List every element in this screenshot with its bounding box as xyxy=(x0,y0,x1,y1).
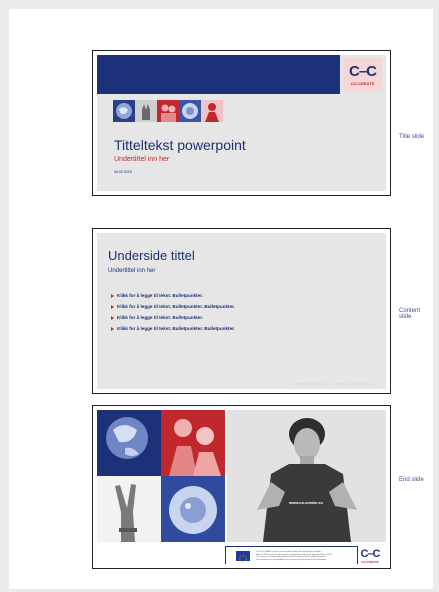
slide-subtitle: Undertittel inn her xyxy=(108,268,156,274)
logo-mark: C–C xyxy=(348,63,377,80)
bullet-text: Klikk for å legge til tekst. Bulletpunkt… xyxy=(117,304,235,309)
bullet-item: Klikk for å legge til tekst. Bulletpunkt… xyxy=(111,323,235,334)
food-photo xyxy=(179,100,201,122)
logo-mark: C–C xyxy=(360,548,380,560)
bullet-arrow-icon xyxy=(111,304,114,309)
funding-line: Commission is not responsible for any us… xyxy=(256,558,327,561)
bullet-item: Klikk for å legge til tekst. Bulletpunkt… xyxy=(111,290,235,301)
slide-footer-tagline: — Confronting obesity: Co-creating polic… xyxy=(287,381,380,386)
end-slide-caption: End slide xyxy=(399,477,424,483)
bullet-text: Klikk for å legge til tekst. Bulletpunkt… xyxy=(117,326,235,331)
co-create-logo: C–C CO-CREATE xyxy=(343,58,382,91)
slide-title: Titteltekst powerpoint xyxy=(114,137,246,153)
logo-text: CO-CREATE xyxy=(361,560,379,564)
peace-hand-photo xyxy=(97,476,161,542)
funding-disclaimer: The CO-CREATE project has received fundi… xyxy=(256,551,332,561)
young-man-photo: www.co-create.eu xyxy=(227,410,386,542)
bullet-text: Klikk for å legge til tekst. Bulletpunkt… xyxy=(117,315,204,320)
logo-text: CO-CREATE xyxy=(350,81,375,86)
bullet-text: Klikk for å legge til tekst. Bulletpunkt… xyxy=(117,293,204,298)
eu-flag-icon xyxy=(236,551,250,563)
slide-date: 06.09.2018 xyxy=(114,170,132,174)
end-slide-canvas: www.co-create.eu The CO-CREATE project h… xyxy=(97,410,386,564)
eu-stars-icon xyxy=(239,555,247,563)
bullet-list: Klikk for å legge til tekst. Bulletpunkt… xyxy=(111,290,235,334)
header-banner xyxy=(97,55,340,94)
document-page: C–C CO-CREATE Titteltekst powerpoint Und… xyxy=(9,9,433,589)
bullet-arrow-icon xyxy=(111,326,114,331)
title-slide-canvas: C–C CO-CREATE Titteltekst powerpoint Und… xyxy=(97,55,386,191)
website-url[interactable]: www.co-create.eu xyxy=(289,500,323,505)
earth-photo xyxy=(113,100,135,122)
co-create-logo: C–C CO-CREATE xyxy=(355,546,385,564)
slide-subtitle: Undertittel inn her xyxy=(114,156,170,163)
title-slide-thumbnail[interactable]: C–C CO-CREATE Titteltekst powerpoint Und… xyxy=(92,50,391,196)
bullet-item: Klikk for å legge til tekst. Bulletpunkt… xyxy=(111,312,235,323)
content-slide-canvas: Underside tittel Undertittel inn her Kli… xyxy=(97,233,386,389)
young-man-figure xyxy=(227,410,386,542)
bullet-arrow-icon xyxy=(111,293,114,298)
hand-photo xyxy=(135,100,157,122)
slide-title: Underside tittel xyxy=(108,248,195,263)
title-slide-caption: Title slide xyxy=(399,134,425,140)
earth-photo xyxy=(97,410,161,476)
content-slide-thumbnail[interactable]: Underside tittel Undertittel inn her Kli… xyxy=(92,228,391,394)
food-bowl-photo xyxy=(161,476,225,542)
bullet-arrow-icon xyxy=(111,315,114,320)
end-slide-thumbnail[interactable]: www.co-create.eu The CO-CREATE project h… xyxy=(92,405,391,569)
bullet-item: Klikk for å legge til tekst. Bulletpunkt… xyxy=(111,301,235,312)
content-slide-caption: Content slide xyxy=(399,308,421,320)
youth-photo xyxy=(157,100,179,122)
youth-group-photo xyxy=(161,410,225,476)
eu-funding-box: The CO-CREATE project has received fundi… xyxy=(225,546,358,564)
group-photo xyxy=(201,100,223,122)
